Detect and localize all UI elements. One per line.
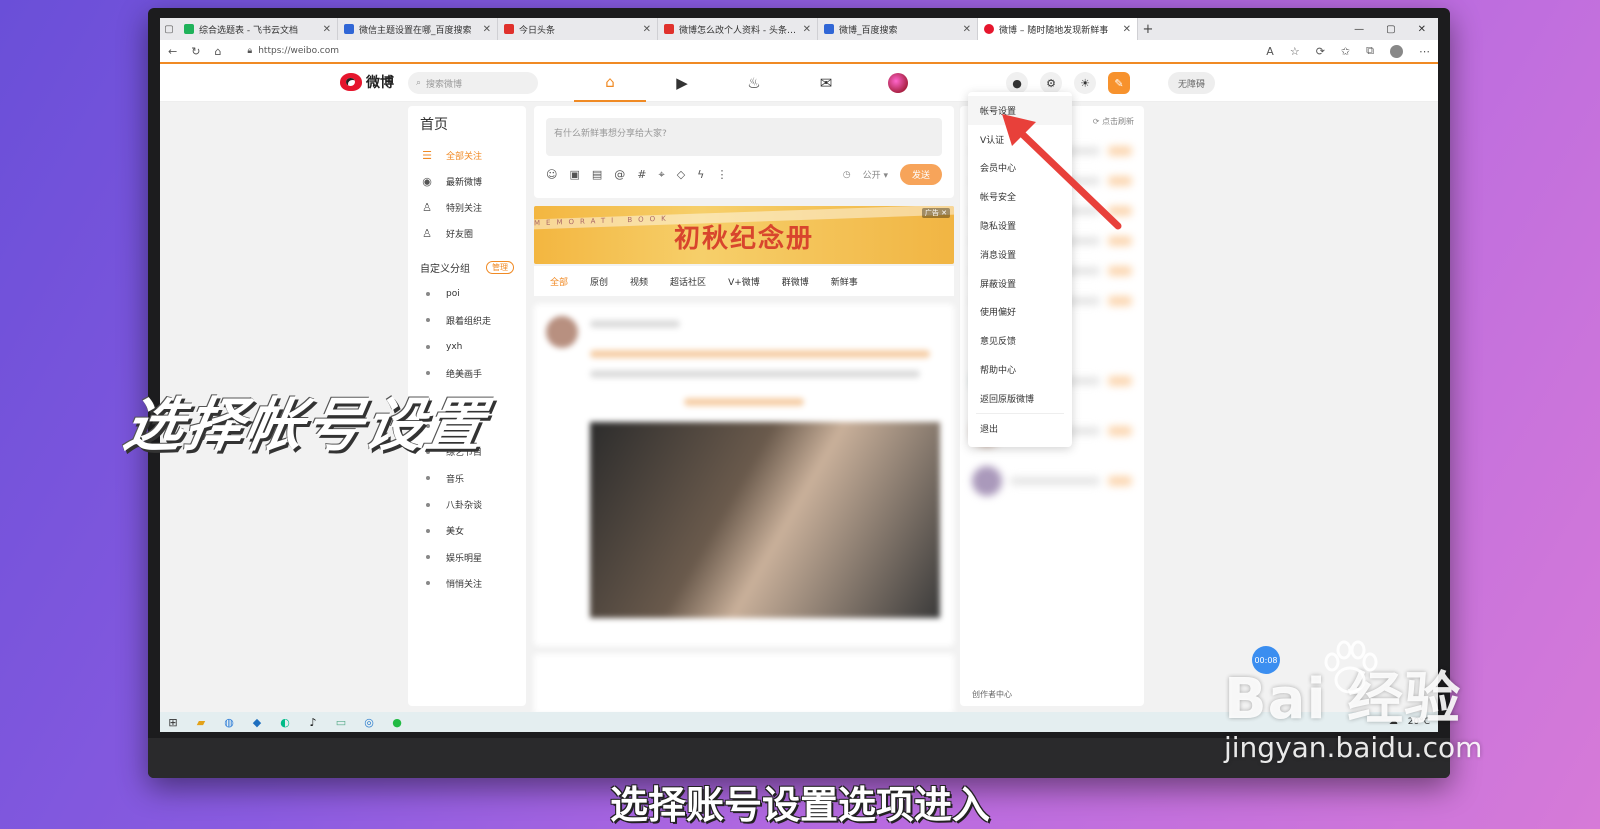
baidu-jingyan-watermark: Bai 经验 jingyan.baidu.com: [1224, 640, 1483, 764]
screen: ▢ 综合选题表 - 飞书云文档 ✕ 微信主题设置在哪_百度搜索 ✕ 今日头条 ✕ 微博…: [160, 18, 1438, 732]
pointer-arrow: [1002, 114, 1122, 230]
overlay-title: 选择帐号设置: [119, 391, 492, 459]
video-subtitle: 选择账号设置选项进入: [609, 783, 990, 827]
baidu-paw-icon: [1324, 640, 1378, 694]
arrow-shaft: [1014, 126, 1122, 230]
watermark-url: jingyan.baidu.com: [1224, 731, 1483, 764]
